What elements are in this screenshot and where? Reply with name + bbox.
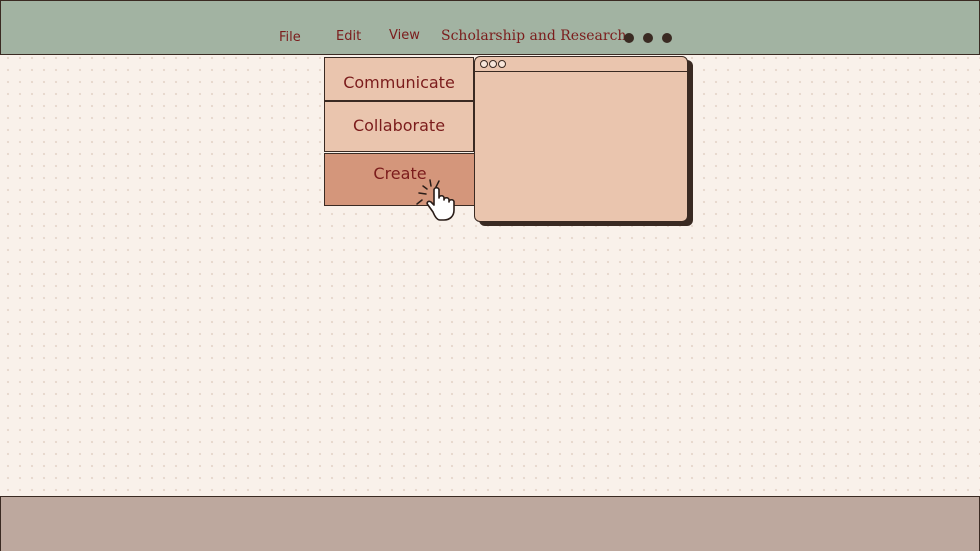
window-control-2[interactable] bbox=[489, 60, 497, 68]
window-control-3[interactable] bbox=[498, 60, 506, 68]
menu-file[interactable]: File bbox=[279, 30, 301, 45]
app-window bbox=[474, 56, 688, 222]
menu-bar: File Edit View Scholarship and Research bbox=[0, 0, 980, 55]
menu-view[interactable]: View bbox=[389, 28, 420, 43]
dot-1 bbox=[624, 33, 634, 43]
window-control-1[interactable] bbox=[480, 60, 488, 68]
pointer-hand-click-icon bbox=[416, 179, 455, 221]
app-title: Scholarship and Research bbox=[441, 28, 627, 44]
dot-2 bbox=[643, 33, 653, 43]
dot-3 bbox=[662, 33, 672, 43]
window-titlebar bbox=[475, 57, 687, 72]
dropdown-item-collaborate[interactable]: Collaborate bbox=[324, 101, 474, 152]
menu-edit[interactable]: Edit bbox=[336, 29, 361, 44]
footer-bar bbox=[0, 496, 980, 551]
dropdown-item-communicate[interactable]: Communicate bbox=[324, 57, 474, 101]
